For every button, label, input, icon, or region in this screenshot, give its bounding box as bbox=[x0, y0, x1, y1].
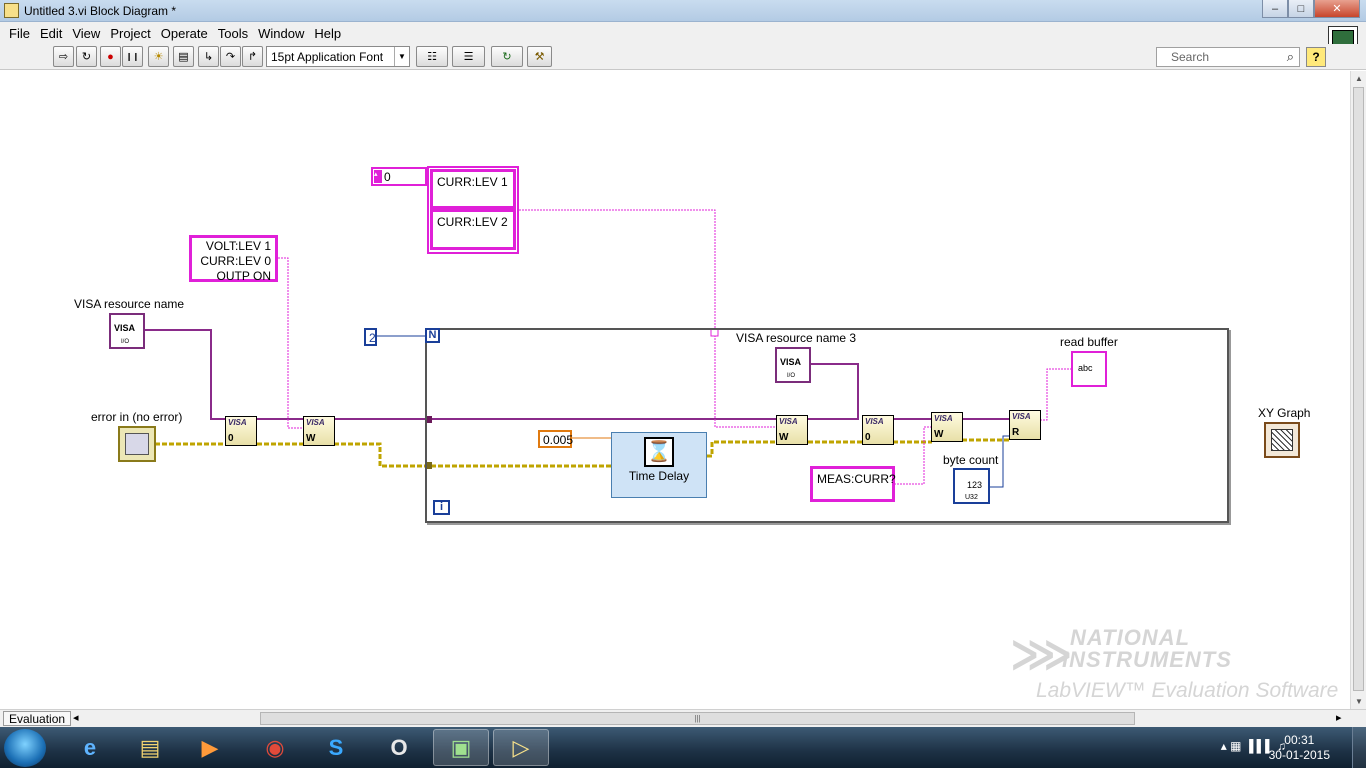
array-index-box[interactable]: ▴ 0 bbox=[371, 167, 427, 186]
task-opera[interactable]: O bbox=[371, 729, 427, 766]
ni-watermark: ⋙ NATIONAL INSTRUMENTS LabVIEW™ Evaluati… bbox=[1010, 625, 1346, 710]
scroll-up-icon[interactable]: ▲ bbox=[1355, 74, 1363, 83]
visa-tag: VISA bbox=[780, 357, 802, 367]
visa-resource-name-terminal[interactable]: VISA I/O bbox=[109, 313, 145, 349]
error-in-terminal[interactable] bbox=[118, 426, 156, 462]
delay-constant[interactable]: 0.005 bbox=[538, 430, 573, 448]
read-buffer-label: read buffer bbox=[1060, 335, 1118, 349]
taskbar-clock[interactable]: 00:31 30-01-2015 bbox=[1269, 733, 1330, 763]
zero-tag: 0 bbox=[228, 433, 234, 444]
clock-date: 30-01-2015 bbox=[1268, 748, 1330, 762]
visa-tag: VISA bbox=[1012, 412, 1031, 421]
task-chrome[interactable]: ◉ bbox=[247, 729, 303, 766]
vertical-scroll-thumb[interactable] bbox=[1353, 87, 1364, 691]
array-index-value: 0 bbox=[384, 170, 391, 184]
visa-tag: VISA bbox=[779, 417, 798, 426]
byte-count-control[interactable]: 123 U32 bbox=[953, 468, 990, 504]
numeric-tag: 123 bbox=[967, 480, 983, 490]
xy-graph-label: XY Graph bbox=[1258, 406, 1311, 420]
array-index-icon: ▴ bbox=[374, 170, 382, 183]
string-array-constant[interactable]: CURR:LEV 1 CURR:LEV 2 bbox=[427, 166, 519, 254]
error-cluster-icon bbox=[125, 433, 149, 455]
time-delay-express-vi[interactable]: ⌛ Time Delay bbox=[611, 432, 707, 498]
w-tag: W bbox=[306, 433, 316, 444]
zero-tag: 0 bbox=[865, 432, 871, 443]
media-player-icon: ▶ bbox=[201, 734, 219, 760]
visa-tag: VISA bbox=[114, 323, 136, 333]
string-wire-1[interactable] bbox=[278, 257, 305, 429]
windows-taskbar: e ▤ ▶ ◉ S O ▣ ▷ ▴ ▦ ▐ ▌▌ ♫ 00:31 30-01-2… bbox=[0, 727, 1366, 768]
xy-graph-terminal[interactable] bbox=[1264, 422, 1300, 458]
show-desktop-button[interactable] bbox=[1352, 727, 1366, 768]
start-button[interactable] bbox=[4, 729, 46, 767]
task-labview-block-diagram[interactable]: ▷ bbox=[493, 729, 549, 766]
internet-explorer-icon: e bbox=[83, 734, 97, 760]
scroll-down-icon[interactable]: ▼ bbox=[1355, 697, 1363, 706]
string-array-element-2[interactable]: CURR:LEV 2 bbox=[430, 209, 516, 250]
status-bar: Evaluation ◂ ||| ▸ bbox=[0, 709, 1366, 727]
clock-time: 00:31 bbox=[1284, 733, 1315, 747]
io-tag: I/O bbox=[121, 339, 130, 345]
error-in-label: error in (no error) bbox=[91, 410, 183, 424]
task-internet-explorer[interactable]: e bbox=[62, 729, 118, 766]
visa-resource-name-3-label: VISA resource name 3 bbox=[736, 331, 857, 345]
task-skype[interactable]: S bbox=[308, 729, 364, 766]
visa-open-subvi-2[interactable]: VISA 0 bbox=[862, 415, 894, 445]
visa-read-subvi[interactable]: VISA R bbox=[1009, 410, 1041, 440]
loop-iteration-terminal[interactable]: i bbox=[433, 500, 450, 515]
horizontal-scrollbar[interactable]: ||| bbox=[70, 711, 1345, 726]
visa-write-subvi-3[interactable]: VISA W bbox=[931, 412, 963, 442]
file-explorer-icon: ▤ bbox=[139, 734, 161, 760]
vertical-scrollbar[interactable]: ▲ ▼ bbox=[1350, 71, 1366, 709]
string-constant-meas-curr[interactable]: MEAS:CURR? bbox=[810, 466, 896, 502]
w-tag: W bbox=[934, 429, 944, 440]
visa-tag: VISA bbox=[934, 414, 953, 423]
string-array-element-1[interactable]: CURR:LEV 1 bbox=[430, 169, 516, 209]
visa-tag: VISA bbox=[865, 417, 884, 426]
labview-block-diagram-icon: ▷ bbox=[512, 734, 530, 760]
time-delay-label: Time Delay bbox=[628, 469, 690, 483]
r-tag: R bbox=[1012, 427, 1020, 438]
visa-resource-name-3-terminal[interactable]: VISA I/O bbox=[775, 347, 811, 383]
loop-count-terminal[interactable]: N bbox=[425, 328, 440, 343]
labview-front-panel-icon: ▣ bbox=[450, 734, 472, 760]
chrome-icon: ◉ bbox=[265, 734, 285, 760]
visa-wire-1[interactable] bbox=[145, 329, 241, 420]
io-tag: I/O bbox=[787, 373, 796, 379]
visa-open-subvi[interactable]: VISA 0 bbox=[225, 416, 257, 446]
byte-count-label: byte count bbox=[943, 453, 999, 467]
read-buffer-indicator[interactable]: abc bbox=[1071, 351, 1107, 387]
visa-write-subvi-1[interactable]: VISA W bbox=[303, 416, 335, 446]
opera-icon: O bbox=[390, 734, 408, 760]
horizontal-scroll-thumb[interactable]: ||| bbox=[260, 712, 1135, 725]
xy-graph-icon bbox=[1271, 429, 1293, 451]
task-media-player[interactable]: ▶ bbox=[182, 729, 238, 766]
loop-count-constant[interactable]: 2 bbox=[364, 328, 377, 346]
watermark-line-3: LabVIEW™ Evaluation Software bbox=[1036, 679, 1339, 702]
task-labview-front-panel[interactable]: ▣ bbox=[433, 729, 489, 766]
task-file-explorer[interactable]: ▤ bbox=[122, 729, 178, 766]
w-tag: W bbox=[779, 432, 789, 443]
skype-icon: S bbox=[328, 734, 344, 760]
scroll-right-icon[interactable]: ▸ bbox=[1336, 711, 1342, 724]
u32-tag: U32 bbox=[965, 494, 978, 501]
visa-write-subvi-2[interactable]: VISA W bbox=[776, 415, 808, 445]
hourglass-icon: ⌛ bbox=[644, 437, 674, 467]
evaluation-label: Evaluation bbox=[3, 711, 72, 726]
visa-resource-name-label: VISA resource name bbox=[74, 297, 185, 311]
watermark-line-2: INSTRUMENTS bbox=[1062, 647, 1232, 672]
visa-tag: VISA bbox=[306, 418, 325, 427]
abc-tag: abc bbox=[1078, 363, 1093, 373]
string-constant-setup[interactable]: VOLT:LEV 1 CURR:LEV 0 OUTP ON bbox=[189, 235, 278, 283]
visa-tag: VISA bbox=[228, 418, 247, 427]
